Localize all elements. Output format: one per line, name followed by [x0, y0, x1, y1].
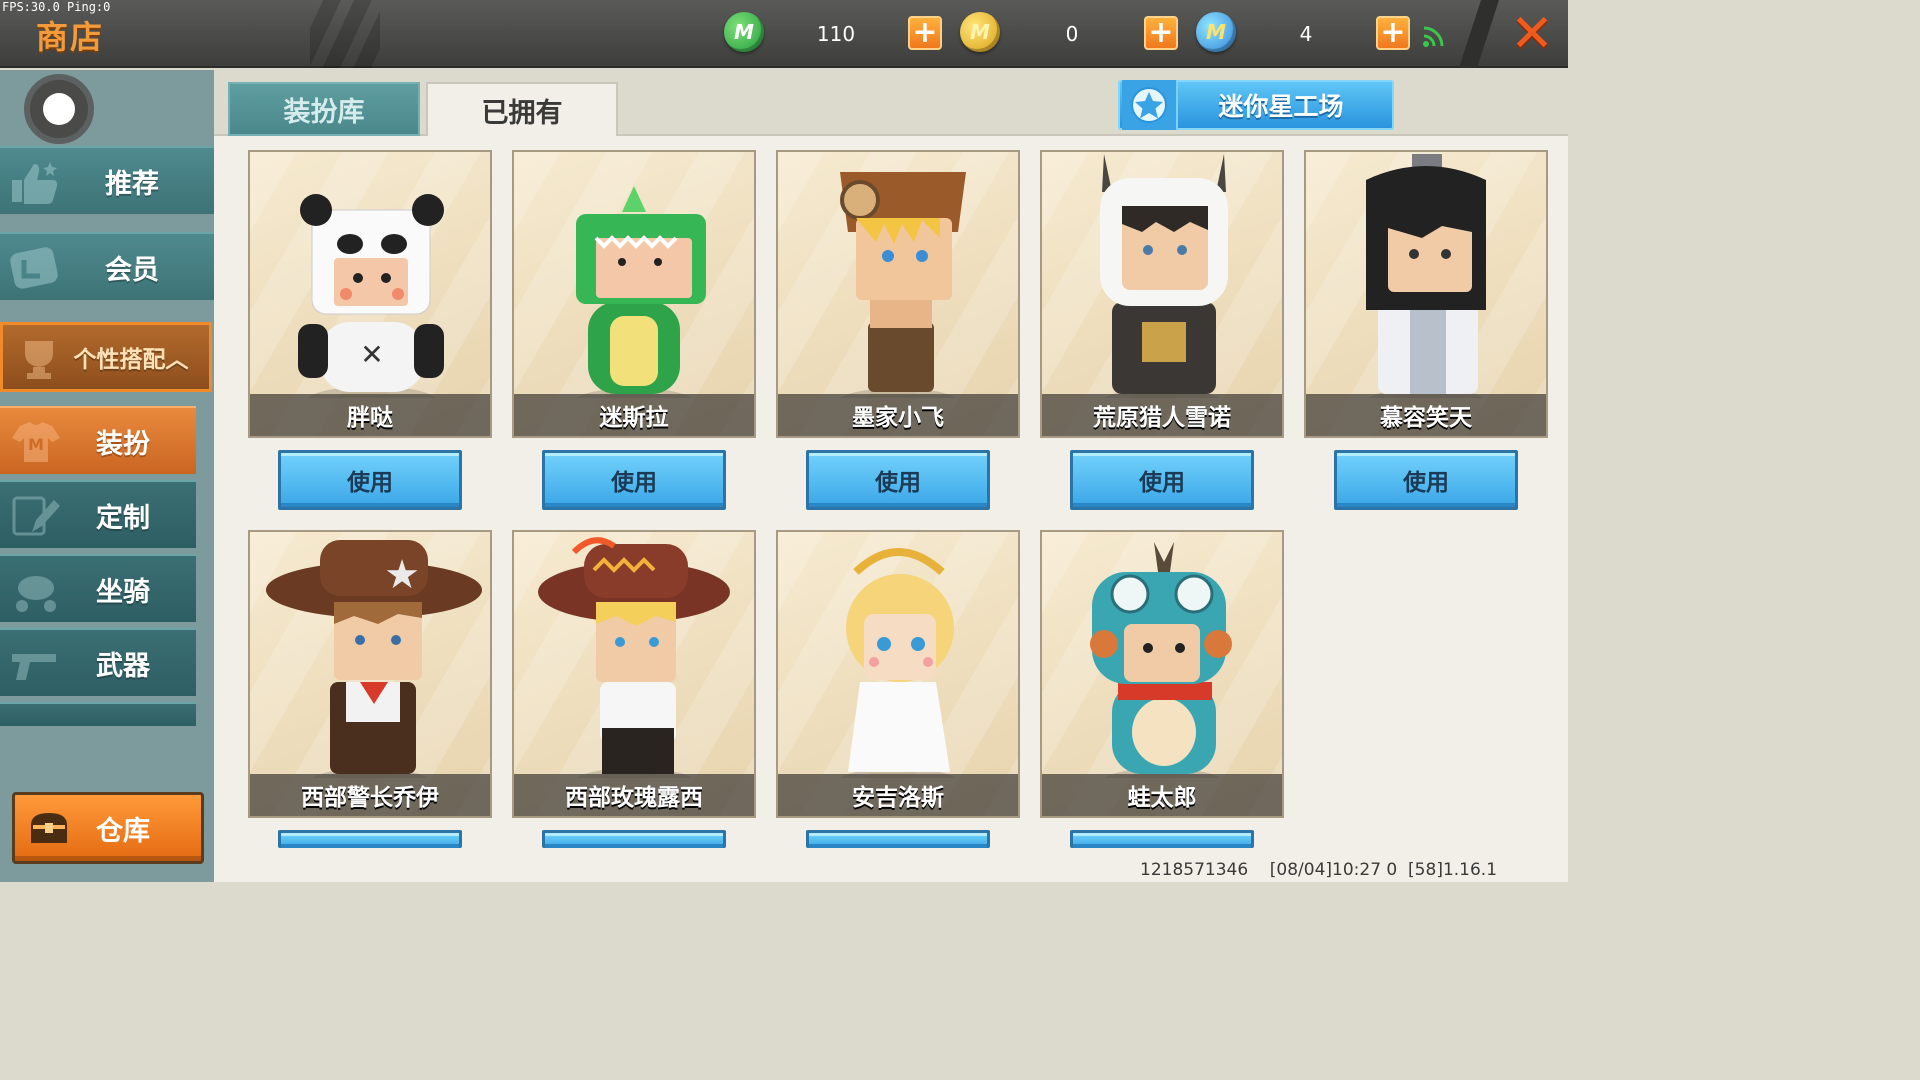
murong-xiaotian-character-image — [1366, 154, 1486, 398]
outfit-name-bar: 迷斯拉 — [514, 394, 754, 436]
outfit-name: 墨家小飞 — [852, 405, 944, 431]
use-button[interactable]: 使用 — [1070, 450, 1254, 510]
version-footer: 1218571346 [08/04]10:27 0 [58]1.16.1 — [1140, 860, 1498, 880]
outfit-name-bar: 胖哒 — [250, 394, 490, 436]
blue-mini-bean-icon: M — [1196, 12, 1236, 52]
header-stripe-decoration — [310, 0, 380, 68]
svg-text:M: M — [28, 435, 44, 454]
sidebar-item-mount[interactable]: 坐骑 — [0, 554, 196, 622]
outfit-name: 胖哒 — [347, 405, 393, 431]
use-button-label: 使用 — [1403, 470, 1449, 496]
gold-mini-coin-icon: M — [960, 12, 1000, 52]
sidebar-item-member[interactable]: 会员 — [0, 232, 214, 300]
page-title: 商店 — [36, 18, 105, 56]
workshop-label: 迷你星工场 — [1218, 92, 1344, 121]
use-button[interactable]: 使用 — [542, 450, 726, 510]
sidebar-item-weapon[interactable]: 武器 — [0, 628, 196, 696]
sidebar: 推荐 会员 个性搭配︿ M 装扮 定制 坐骑 武器 仓库 — [0, 70, 214, 882]
outfit-card[interactable]: ★ 西部警长乔伊 — [248, 530, 492, 818]
blue-bean-value: 4 — [1299, 22, 1313, 46]
wasteland-hunter-character-image — [1100, 154, 1228, 398]
outfit-name: 荒原猎人雪诺 — [1093, 405, 1231, 431]
use-button-label: 使用 — [611, 470, 657, 496]
gold-coin-value: 0 — [1065, 22, 1079, 46]
use-button-label: 使用 — [1139, 470, 1185, 496]
star-icon — [1122, 80, 1178, 130]
western-sheriff-character-image: ★ — [266, 540, 482, 778]
svg-text:★: ★ — [384, 552, 420, 598]
outfit-name: 蛙太郎 — [1127, 785, 1197, 811]
svg-text:✕: ✕ — [360, 338, 383, 371]
shirt-icon: M — [12, 422, 60, 462]
pencil-icon — [12, 496, 60, 536]
outfit-card[interactable]: 慕容笑天 — [1304, 150, 1548, 438]
sidebar-item-label: 推荐 — [105, 168, 159, 200]
close-divider — [1458, 0, 1500, 68]
sidebar-item-outfit[interactable]: M 装扮 — [0, 406, 196, 474]
outfit-card[interactable]: 西部玫瑰露西 — [512, 530, 756, 818]
outfit-name-bar: 西部玫瑰露西 — [514, 774, 754, 816]
outfit-name-bar: 墨家小飞 — [778, 394, 1018, 436]
outfit-name: 安吉洛斯 — [852, 785, 944, 811]
green-dinosaur-character-image — [576, 186, 706, 398]
add-blue-bean-button[interactable]: + — [1376, 16, 1410, 50]
use-button[interactable]: 使用 — [278, 450, 462, 510]
outfit-name-bar: 安吉洛斯 — [778, 774, 1018, 816]
tab-owned[interactable]: 已拥有 — [426, 82, 618, 136]
use-button-label: 使用 — [875, 470, 921, 496]
avatar[interactable] — [24, 74, 94, 144]
close-icon[interactable]: ✕ — [1508, 8, 1556, 60]
currency-blue: M 4 + — [1196, 12, 1416, 56]
use-button[interactable]: 使用 — [806, 450, 990, 510]
outfit-card[interactable]: 蛙太郎 — [1040, 530, 1284, 818]
add-green-coin-button[interactable]: + — [908, 16, 942, 50]
panda-character-image: ✕ — [298, 194, 444, 398]
mini-star-workshop-button[interactable]: 迷你星工场 — [1118, 80, 1394, 130]
add-gold-coin-button[interactable]: + — [1144, 16, 1178, 50]
western-rose-character-image — [538, 537, 730, 778]
currency-green: M 110 + — [724, 12, 944, 56]
thumbs-up-icon — [12, 162, 58, 204]
outfit-card[interactable]: ✕ 胖哒 — [248, 150, 492, 438]
trophy-icon — [25, 341, 53, 379]
member-card-icon — [10, 247, 58, 289]
outfit-card[interactable]: 迷斯拉 — [512, 150, 756, 438]
warehouse-button[interactable]: 仓库 — [12, 792, 204, 864]
frog-taro-character-image — [1090, 542, 1232, 778]
outfit-name: 西部警长乔伊 — [301, 785, 439, 811]
angelos-character-image — [840, 548, 956, 778]
use-button[interactable]: 使用 — [1334, 450, 1518, 510]
sidebar-item-partial[interactable] — [0, 702, 196, 726]
outfit-name-bar: 荒原猎人雪诺 — [1042, 394, 1282, 436]
outfit-name: 慕容笑天 — [1380, 405, 1472, 431]
sidebar-item-customize[interactable]: 定制 — [0, 480, 196, 548]
green-mini-coin-icon: M — [724, 12, 764, 52]
mount-icon — [16, 576, 56, 612]
warehouse-label: 仓库 — [96, 815, 150, 847]
treasure-chest-icon — [31, 813, 67, 843]
outfit-name-bar: 蛙太郎 — [1042, 774, 1282, 816]
wifi-signal-icon — [1423, 26, 1444, 47]
top-bar: FPS:30.0 Ping:0 商店 M 110 + M 0 + M 4 + ✕ — [0, 0, 1568, 68]
sidebar-group-personal-style[interactable]: 个性搭配︿ — [0, 322, 212, 392]
outfit-name-bar: 慕容笑天 — [1306, 394, 1546, 436]
outfit-name: 西部玫瑰露西 — [565, 785, 703, 811]
use-button[interactable] — [806, 830, 990, 848]
use-button[interactable] — [542, 830, 726, 848]
sidebar-item-recommend[interactable]: 推荐 — [0, 146, 214, 214]
green-coin-value: 110 — [816, 22, 856, 46]
use-button-label: 使用 — [347, 470, 393, 496]
aviator-boy-character-image — [840, 172, 966, 398]
outfit-name-bar: 西部警长乔伊 — [250, 774, 490, 816]
use-button[interactable] — [278, 830, 462, 848]
tab-outfit-library[interactable]: 装扮库 — [228, 82, 420, 136]
outfit-card[interactable]: 荒原猎人雪诺 — [1040, 150, 1284, 438]
outfit-name: 迷斯拉 — [599, 405, 669, 431]
gun-icon — [12, 654, 56, 680]
outfit-card[interactable]: 安吉洛斯 — [776, 530, 1020, 818]
outfit-card[interactable]: 墨家小飞 — [776, 150, 1020, 438]
use-button[interactable] — [1070, 830, 1254, 848]
currency-gold: M 0 + — [960, 12, 1180, 56]
sidebar-item-label: 会员 — [105, 254, 159, 286]
